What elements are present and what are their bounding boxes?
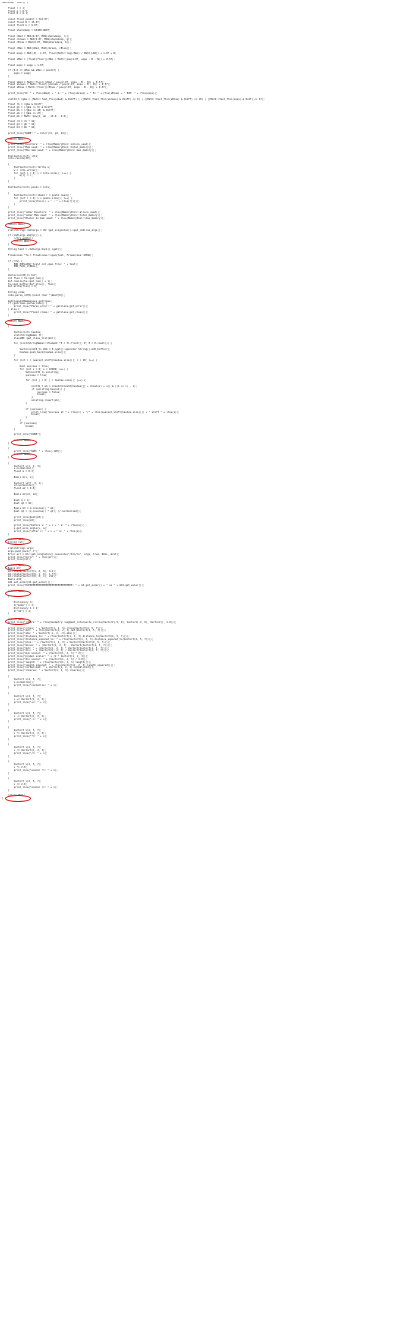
highlight-circle <box>10 438 37 446</box>
code-line: } <box>2 797 4 801</box>
highlight-circle <box>4 136 31 144</box>
highlight-circle <box>4 319 31 326</box>
highlight-circle <box>4 589 31 597</box>
highlight-circle <box>10 452 37 460</box>
highlight-circle <box>4 794 31 802</box>
code-listing: MainLoop *test() { float r = 1; float g … <box>2 2 398 801</box>
highlight-circle <box>4 564 31 572</box>
highlight-circle <box>4 222 31 230</box>
